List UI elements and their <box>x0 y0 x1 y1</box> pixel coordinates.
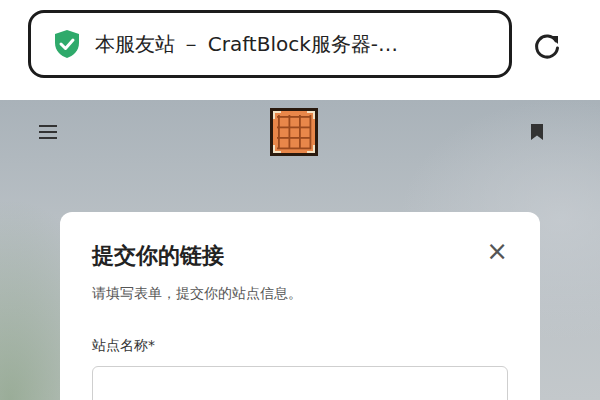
page-title: 本服友站 － CraftBlock服务器-… <box>95 31 398 58</box>
submit-link-dialog: 提交你的链接 × 请填写表单，提交你的站点信息。站点名称* <box>60 212 540 400</box>
bookmark-icon[interactable] <box>530 123 544 141</box>
menu-icon[interactable] <box>38 124 58 140</box>
dialog-title: 提交你的链接 <box>92 238 224 274</box>
security-shield-icon[interactable] <box>53 29 81 59</box>
field-label: 站点名称* <box>92 334 508 356</box>
page-content: 提交你的链接 × 请填写表单，提交你的站点信息。站点名称* <box>0 100 600 400</box>
site-logo-icon[interactable] <box>270 108 318 156</box>
site-header <box>0 108 600 156</box>
dialog-subtitle: 请填写表单，提交你的站点信息。 <box>92 282 508 304</box>
dialog-header: 提交你的链接 × <box>92 238 508 274</box>
text-input[interactable] <box>92 366 508 400</box>
address-bar[interactable]: 本服友站 － CraftBlock服务器-… <box>28 10 512 78</box>
browser-bar: 本服友站 － CraftBlock服务器-… <box>0 0 600 100</box>
reload-icon[interactable] <box>532 32 562 62</box>
close-button[interactable]: × <box>478 238 508 264</box>
